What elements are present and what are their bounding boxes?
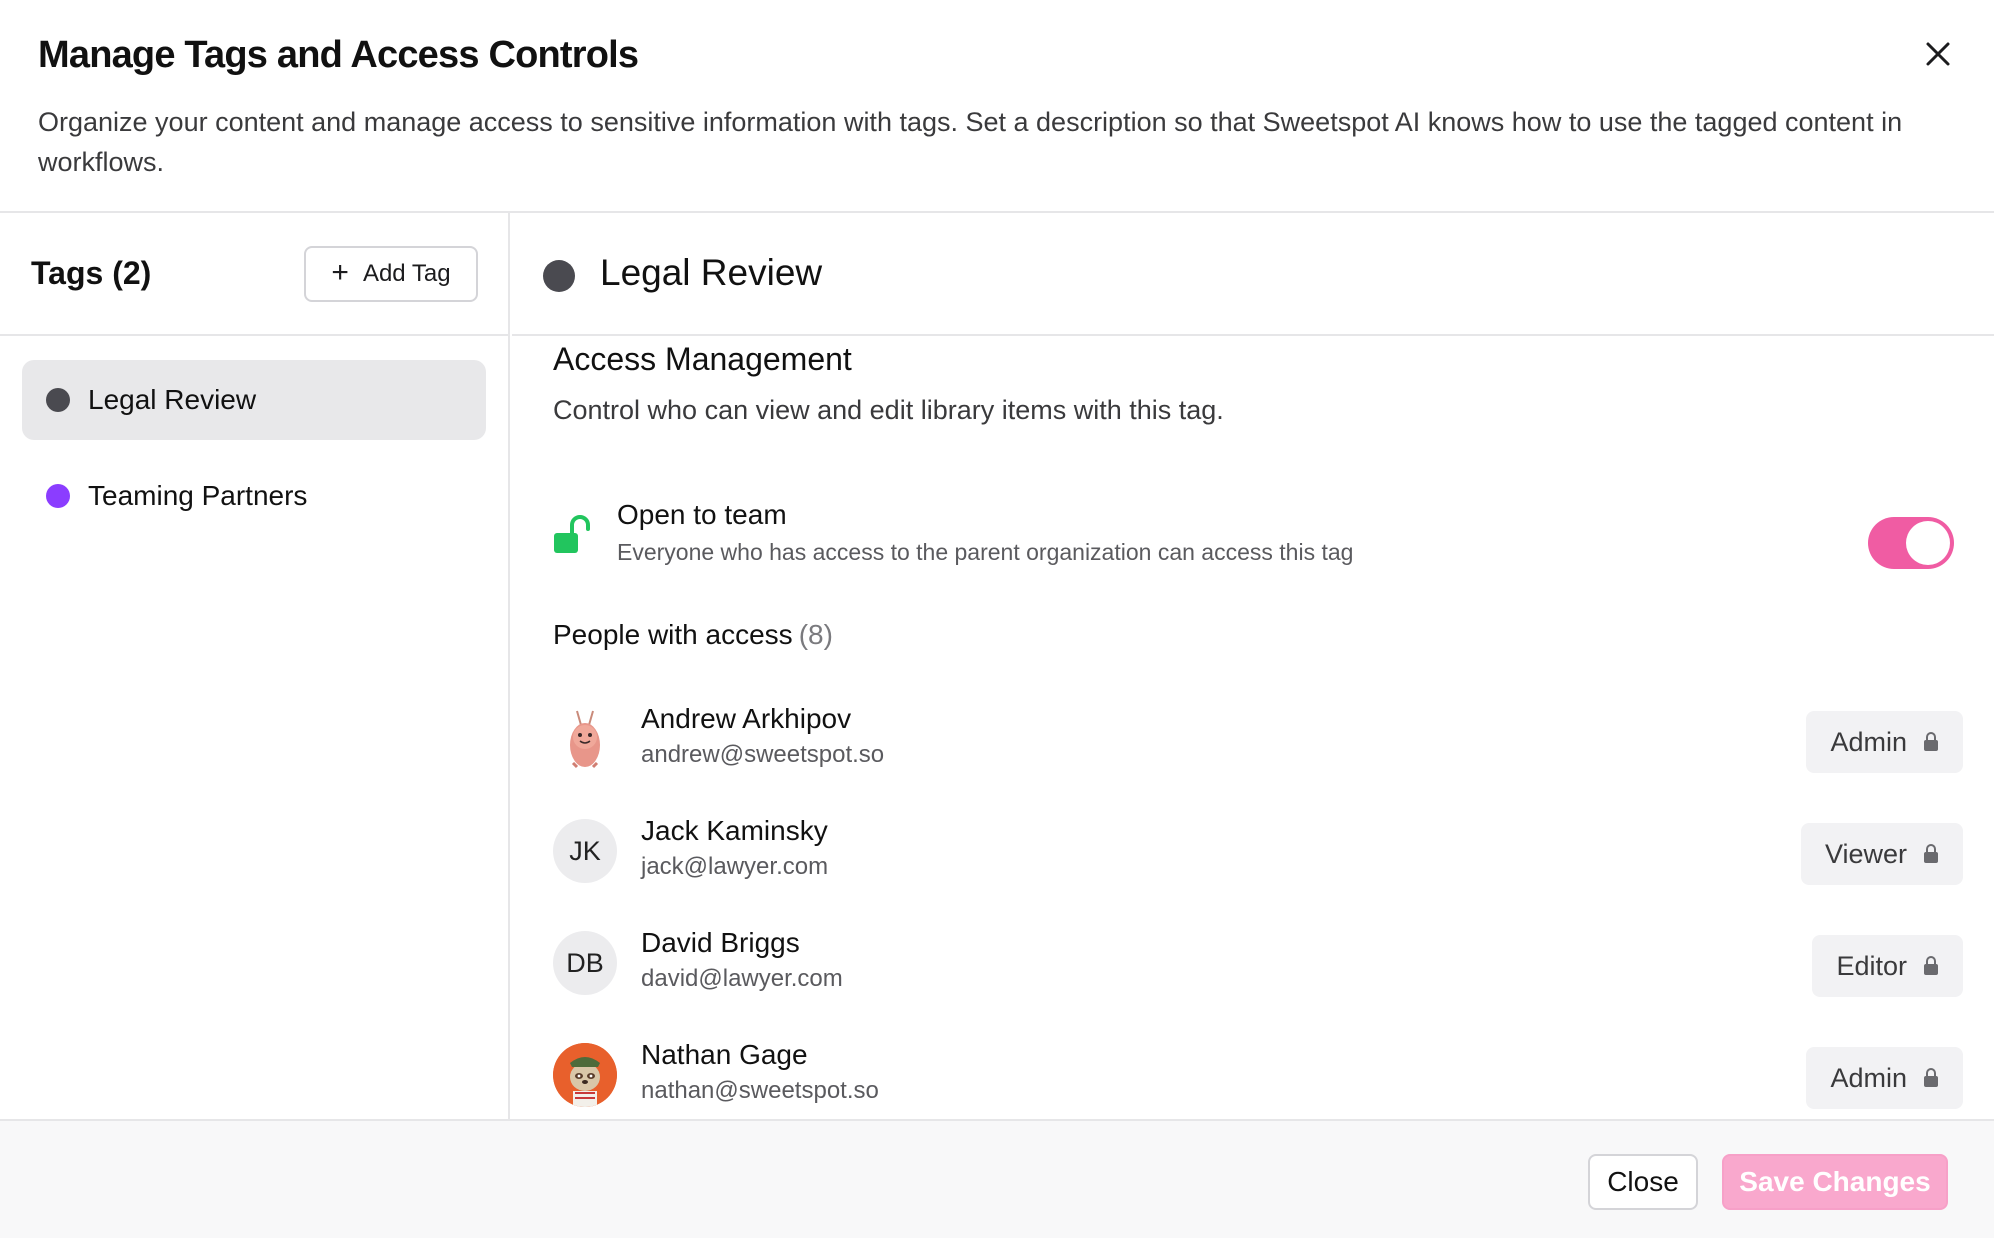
tag-item-label: Legal Review xyxy=(88,384,257,415)
role-label: Editor xyxy=(1836,950,1907,981)
manage-tags-modal: Manage Tags and Access Controls Organize… xyxy=(0,0,1994,1238)
lock-icon xyxy=(1924,956,1938,975)
tag-color-dot xyxy=(543,260,575,292)
modal-header: Manage Tags and Access Controls Organize… xyxy=(0,0,1994,213)
tag-item-legal-review[interactable]: Legal Review xyxy=(22,360,486,440)
role-selector[interactable]: Admin xyxy=(1806,1047,1963,1109)
shrimp-avatar xyxy=(553,707,617,771)
person-email: andrew@sweetspot.so xyxy=(641,741,885,768)
tag-name[interactable]: Legal Review xyxy=(600,252,822,294)
open-to-team-row: Open to team Everyone who has access to … xyxy=(553,497,1963,587)
people-count: (8) xyxy=(798,619,833,650)
modal-footer: Close Save Changes xyxy=(0,1119,1994,1238)
access-management-title: Access Management xyxy=(553,341,852,377)
person-email: jack@lawyer.com xyxy=(641,853,829,880)
lock-icon xyxy=(1924,732,1938,751)
unlocked-icon xyxy=(553,515,593,555)
access-management-desc: Control who can view and edit library it… xyxy=(553,395,1224,425)
person-name: Nathan Gage xyxy=(641,1039,808,1070)
tag-color-dot xyxy=(46,388,70,412)
people-title-label: People with access xyxy=(553,619,793,650)
open-to-team-desc: Everyone who has access to the parent or… xyxy=(617,539,1354,565)
tag-item-teaming-partners[interactable]: Teaming Partners xyxy=(22,456,486,536)
person-email: nathan@sweetspot.so xyxy=(641,1077,879,1104)
lock-icon xyxy=(1924,844,1938,863)
toggle-knob xyxy=(1906,521,1950,565)
person-row: Nathan Gage nathan@sweetspot.so Admin xyxy=(553,1025,1963,1119)
tag-detail-panel: Legal Review Access Management Control w… xyxy=(512,213,1994,1119)
sidebar-header: Tags (2) + Add Tag xyxy=(0,213,510,336)
person-name: Jack Kaminsky xyxy=(641,815,828,846)
role-label: Admin xyxy=(1830,1062,1907,1093)
tags-title: Tags (2) xyxy=(31,255,152,291)
tags-sidebar: Tags (2) + Add Tag Legal Review Teaming … xyxy=(0,213,510,1119)
person-name: David Briggs xyxy=(641,927,800,958)
add-tag-button[interactable]: + Add Tag xyxy=(304,246,478,302)
person-row: JK Jack Kaminsky jack@lawyer.com Viewer xyxy=(553,801,1963,901)
open-to-team-title: Open to team xyxy=(617,499,787,530)
lock-icon xyxy=(1924,1068,1938,1087)
initials-avatar: JK xyxy=(553,819,617,883)
people-with-access-title: People with access (8) xyxy=(553,619,833,651)
close-icon[interactable] xyxy=(1918,34,1958,74)
person-row: DB David Briggs david@lawyer.com Editor xyxy=(553,913,1963,1013)
tag-item-label: Teaming Partners xyxy=(88,480,308,511)
person-row: Andrew Arkhipov andrew@sweetspot.so Admi… xyxy=(553,689,1963,789)
role-selector[interactable]: Viewer xyxy=(1800,823,1963,885)
role-selector[interactable]: Editor xyxy=(1812,935,1963,997)
open-to-team-toggle[interactable] xyxy=(1868,517,1954,569)
person-name: Andrew Arkhipov xyxy=(641,703,852,734)
modal-subtitle: Organize your content and manage access … xyxy=(38,107,1903,177)
add-tag-label: Add Tag xyxy=(362,260,451,287)
role-label: Viewer xyxy=(1824,838,1907,869)
plus-icon: + xyxy=(331,255,349,289)
person-email: david@lawyer.com xyxy=(641,965,843,992)
save-changes-button[interactable]: Save Changes xyxy=(1722,1154,1948,1210)
tag-detail-header: Legal Review xyxy=(512,213,1994,336)
sloth-avatar xyxy=(553,1043,617,1107)
role-selector[interactable]: Admin xyxy=(1806,711,1963,773)
modal-title: Manage Tags and Access Controls xyxy=(38,34,639,76)
tag-color-dot xyxy=(46,484,70,508)
close-button[interactable]: Close xyxy=(1588,1154,1698,1210)
initials-avatar: DB xyxy=(553,931,617,995)
role-label: Admin xyxy=(1830,726,1907,757)
